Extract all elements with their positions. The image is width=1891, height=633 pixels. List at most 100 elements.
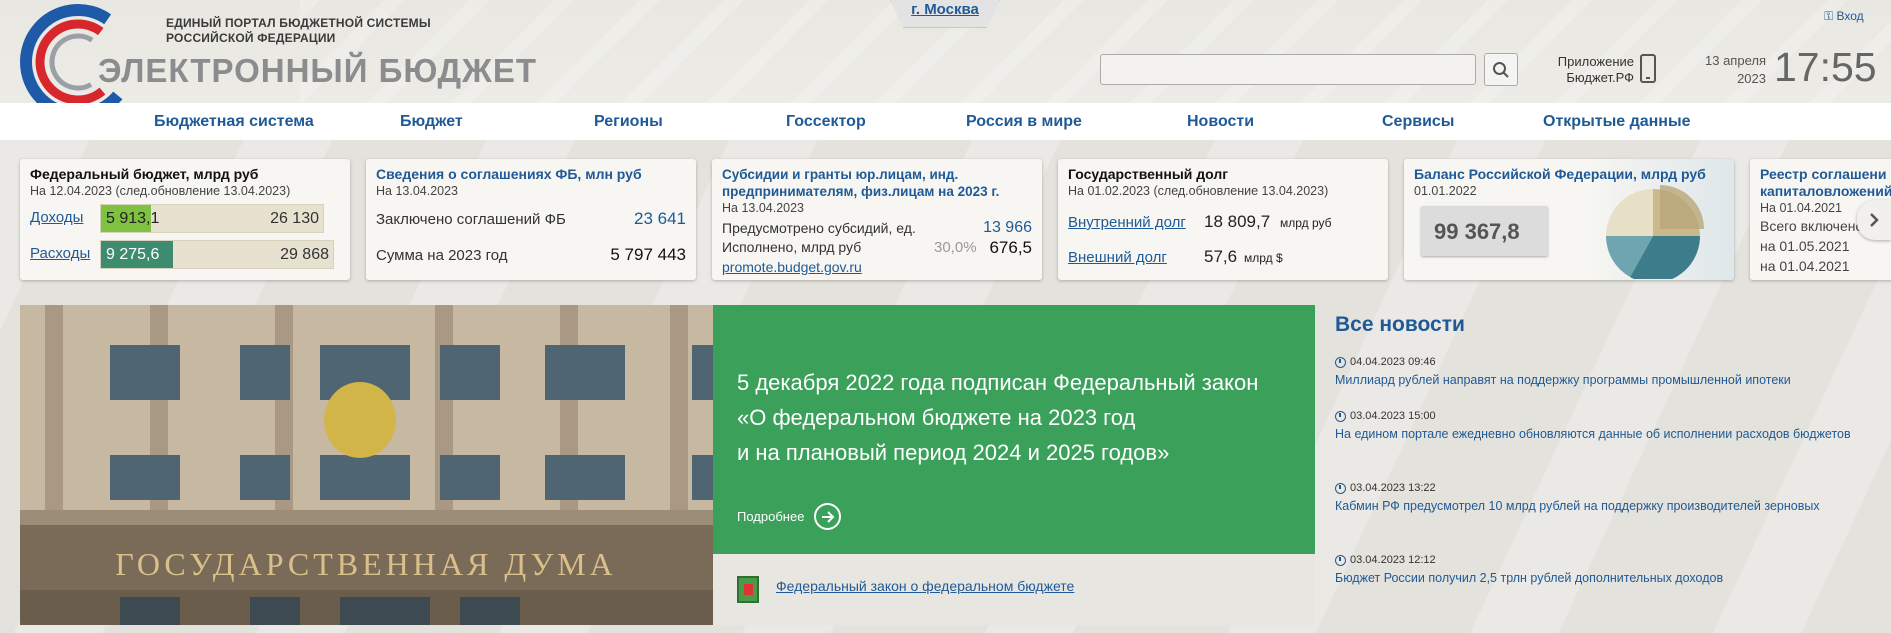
news-time: 04.04.2023 09:46: [1350, 356, 1436, 368]
news-timestamp: 03.04.2023 15:00: [1335, 410, 1855, 422]
card-title[interactable]: Субсидии и гранты юр.лицам, инд. предпри…: [722, 166, 1032, 200]
expense-bar: 9 275,6 29 868: [100, 240, 334, 269]
news-panel: Все новости 04.04.2023 09:46 Миллиард ру…: [1335, 305, 1875, 585]
nav-item-russia-world[interactable]: Россия в мире: [966, 113, 1082, 131]
current-time: 17:55: [1774, 44, 1877, 90]
subsidies-count-value: 13 966: [983, 219, 1032, 236]
arrow-right-icon[interactable]: [814, 503, 842, 530]
income-total: 26 130: [270, 210, 319, 227]
card-title[interactable]: Федеральный бюджет, млрд руб: [30, 166, 340, 183]
nav-item-news[interactable]: Новости: [1187, 113, 1254, 131]
domestic-debt-unit: млрд руб: [1280, 216, 1332, 230]
clock-icon: [1335, 554, 1346, 566]
federal-law-link[interactable]: Федеральный закон о федеральном бюджете: [776, 578, 1074, 594]
expense-total: 29 868: [280, 246, 329, 263]
card-title[interactable]: Сведения о соглашениях ФБ, млн руб: [376, 166, 686, 183]
city-label[interactable]: г. Москва: [911, 1, 979, 18]
card-title-line2[interactable]: капиталовложений: [1760, 183, 1891, 200]
clock-icon: [1335, 482, 1346, 494]
hero-headline[interactable]: 5 декабря 2022 года подписан Федеральный…: [737, 365, 1297, 470]
header-pattern: [300, 0, 1891, 103]
income-bar: 5 913,1 26 130: [100, 204, 324, 233]
card-subtitle: На 13.04.2023: [376, 184, 459, 198]
card-balance[interactable]: Баланс Российской Федерации, млрд руб 01…: [1404, 159, 1734, 280]
promote-link[interactable]: promote.budget.gov.ru: [722, 259, 862, 275]
city-selector[interactable]: г. Москва: [890, 0, 1000, 28]
nav-item-open-data[interactable]: Открытые данные: [1543, 113, 1691, 131]
hero-headline-line1[interactable]: 5 декабря 2022 года подписан Федеральный…: [737, 365, 1297, 400]
hero-banner[interactable]: 5 декабря 2022 года подписан Федеральный…: [713, 305, 1315, 554]
nav-item-budget[interactable]: Бюджет: [400, 113, 463, 131]
hero-headline-line2[interactable]: «О федеральном бюджете на 2023 год: [737, 400, 1297, 435]
nav-item-public-sector[interactable]: Госсектор: [786, 113, 866, 131]
duma-building-image: ГОСУДАРСТВЕННАЯ ДУМА: [20, 305, 713, 625]
hero-headline-line3[interactable]: и на плановый период 2024 и 2025 годов»: [737, 435, 1297, 470]
balance-value: 99 367,8: [1434, 219, 1520, 244]
expense-value: 9 275,6: [106, 246, 160, 263]
news-timestamp: 03.04.2023 13:22: [1335, 482, 1855, 494]
news-timestamp: 03.04.2023 12:12: [1335, 554, 1855, 566]
news-item[interactable]: 03.04.2023 13:22 Кабмин РФ предусмотрел …: [1335, 482, 1855, 515]
subsidies-exec-pct: 30,0%: [934, 239, 977, 256]
domestic-debt-value: 18 809,7: [1204, 212, 1271, 231]
mobile-app-link[interactable]: Приложение Бюджет.РФ: [1544, 54, 1634, 86]
building-inscription: ГОСУДАРСТВЕННАЯ ДУМА: [115, 546, 617, 582]
nav-item-services[interactable]: Сервисы: [1382, 113, 1454, 131]
nav-item-budget-system[interactable]: Бюджетная система: [154, 113, 314, 131]
card-public-debt[interactable]: Государственный долг На 01.02.2023 (след…: [1058, 159, 1388, 280]
news-item[interactable]: 03.04.2023 15:00 На едином портале ежедн…: [1335, 410, 1855, 443]
agreements-sum-value: 5 797 443: [610, 245, 686, 264]
subsidies-exec-value: 676,5: [989, 238, 1032, 257]
card-title-line1[interactable]: Реестр соглашени: [1760, 166, 1890, 183]
card-agreements[interactable]: Сведения о соглашениях ФБ, млн руб На 13…: [366, 159, 696, 280]
news-link[interactable]: Кабмин РФ предусмотрел 10 млрд рублей на…: [1335, 497, 1855, 515]
hero-image[interactable]: ГОСУДАРСТВЕННАЯ ДУМА: [20, 305, 713, 625]
app-label-line2[interactable]: Бюджет.РФ: [1544, 70, 1634, 86]
news-link[interactable]: Бюджет России получил 2,5 трлн рублей до…: [1335, 569, 1855, 587]
news-time: 03.04.2023 12:12: [1350, 554, 1436, 566]
date-day: 13 апреля: [1705, 53, 1766, 68]
news-item[interactable]: 03.04.2023 12:12 Бюджет России получил 2…: [1335, 554, 1855, 587]
expense-link[interactable]: Расходы: [30, 245, 90, 262]
card-subtitle: На 01.02.2023 (след.обновление 13.04.202…: [1068, 184, 1329, 198]
login-label[interactable]: Вход: [1836, 9, 1863, 23]
balance-value-box: 99 367,8: [1421, 206, 1548, 256]
portal-name-line2: РОССИЙСКОЙ ФЕДЕРАЦИИ: [166, 31, 336, 45]
news-link[interactable]: На едином портале ежедневно обновляются …: [1335, 425, 1855, 443]
external-debt-value: 57,6: [1204, 247, 1238, 266]
hero-more-label[interactable]: Подробнее: [737, 509, 804, 524]
news-time: 03.04.2023 15:00: [1350, 410, 1436, 422]
brand-title[interactable]: ЭЛЕКТРОННЫЙ БЮДЖЕТ: [98, 52, 537, 90]
card-subtitle: На 12.04.2023 (след.обновление 13.04.202…: [30, 184, 291, 198]
news-link[interactable]: Миллиард рублей направят на поддержку пр…: [1335, 371, 1855, 389]
external-debt-unit: млрд $: [1244, 251, 1283, 265]
current-date: 13 апреля 2023: [1700, 52, 1766, 88]
search-button[interactable]: [1484, 53, 1518, 86]
search-input[interactable]: [1100, 54, 1476, 85]
card-title[interactable]: Государственный долг: [1068, 166, 1378, 183]
card-subtitle: На 13.04.2023: [722, 201, 805, 215]
search-icon: [1493, 61, 1509, 78]
news-title[interactable]: Все новости: [1335, 313, 1875, 337]
cards-next-button[interactable]: [1857, 200, 1891, 240]
portal-name: ЕДИНЫЙ ПОРТАЛ БЮДЖЕТНОЙ СИСТЕМЫ РОССИЙСК…: [166, 16, 431, 46]
login-link[interactable]: ⚿ Вход: [1824, 9, 1864, 24]
domestic-debt-link[interactable]: Внутренний долг: [1068, 214, 1186, 231]
subsidies-count-label: Предусмотрено субсидий, ед.: [722, 220, 916, 236]
clock-icon: [1335, 356, 1346, 368]
document-icon: [737, 576, 759, 603]
hero-more-link[interactable]: Подробнее: [737, 503, 842, 530]
app-label-line1[interactable]: Приложение: [1544, 54, 1634, 70]
phone-icon[interactable]: [1640, 54, 1656, 83]
portal-name-line1: ЕДИНЫЙ ПОРТАЛ БЮДЖЕТНОЙ СИСТЕМЫ: [166, 16, 431, 30]
card-federal-budget[interactable]: Федеральный бюджет, млрд руб На 12.04.20…: [20, 159, 350, 280]
nav-item-regions[interactable]: Регионы: [594, 113, 663, 131]
main-nav: Бюджетная система Бюджет Регионы Госсект…: [0, 103, 1891, 140]
card-subsidies[interactable]: Субсидии и гранты юр.лицам, инд. предпри…: [712, 159, 1042, 280]
income-link[interactable]: Доходы: [30, 209, 83, 226]
key-icon: ⚿: [1824, 9, 1834, 23]
news-item[interactable]: 04.04.2023 09:46 Миллиард рублей направя…: [1335, 356, 1855, 389]
agreements-count-value: 23 641: [634, 209, 686, 228]
news-timestamp: 04.04.2023 09:46: [1335, 356, 1855, 368]
external-debt-link[interactable]: Внешний долг: [1068, 249, 1167, 266]
